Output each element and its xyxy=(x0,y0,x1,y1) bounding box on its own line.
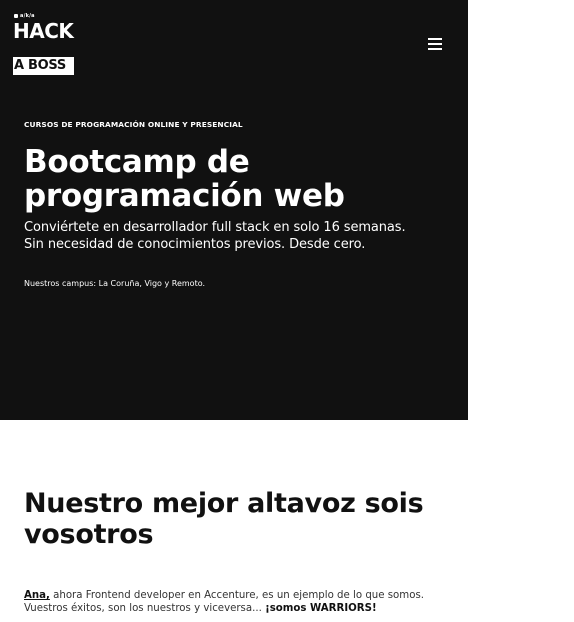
hero-title: Bootcamp de programación web xyxy=(24,145,454,213)
testimonial-line2: Vuestros éxitos, son los nuestros y vice… xyxy=(24,602,454,615)
hero-subtitle-line2: Sin necesidad de conocimientos previos. … xyxy=(24,237,366,252)
hero-title-line1: Bootcamp de xyxy=(24,144,250,180)
hero-title-line2: programación web xyxy=(24,178,345,214)
hero-subtitle-line1: Conviértete en desarrollador full stack … xyxy=(24,220,406,235)
menu-bar-middle xyxy=(428,43,442,45)
testimonial-text: Ana, ahora Frontend developer en Accentu… xyxy=(24,589,454,615)
logo-bottom-text: A BOSS xyxy=(13,57,74,75)
testimonial-text2: Vuestros éxitos, son los nuestros y vice… xyxy=(24,603,266,614)
menu-bar-bottom xyxy=(428,48,442,50)
section-title-line2: vosotros xyxy=(24,519,154,550)
testimonial-line1: Ana, ahora Frontend developer en Accentu… xyxy=(24,589,454,602)
hero-section: a/k/a HACK A BOSS CURSOS DE PROGRAMACIÓN… xyxy=(0,0,468,420)
section-title-line1: Nuestro mejor altavoz sois xyxy=(24,488,424,519)
hack-a-boss-logo[interactable]: a/k/a HACK A BOSS xyxy=(12,12,74,75)
campus-list: Nuestros campus: La Coruña, Vigo y Remot… xyxy=(24,279,206,288)
section-title: Nuestro mejor altavoz sois vosotros xyxy=(24,488,444,550)
hamburger-menu-icon[interactable] xyxy=(428,38,442,50)
logo-top-text: HACK xyxy=(13,19,74,43)
testimonial-text1: ahora Frontend developer en Accenture, e… xyxy=(49,590,424,601)
testimonial-name-link[interactable]: Ana, xyxy=(24,590,50,601)
hero-eyebrow: CURSOS DE PROGRAMACIÓN ONLINE Y PRESENCI… xyxy=(24,120,243,129)
menu-bar-top xyxy=(428,38,442,40)
logo-badge-mark xyxy=(14,14,18,18)
hero-subtitle: Conviértete en desarrollador full stack … xyxy=(24,219,444,253)
testimonial-highlight: ¡somos WARRIORS! xyxy=(265,603,377,614)
